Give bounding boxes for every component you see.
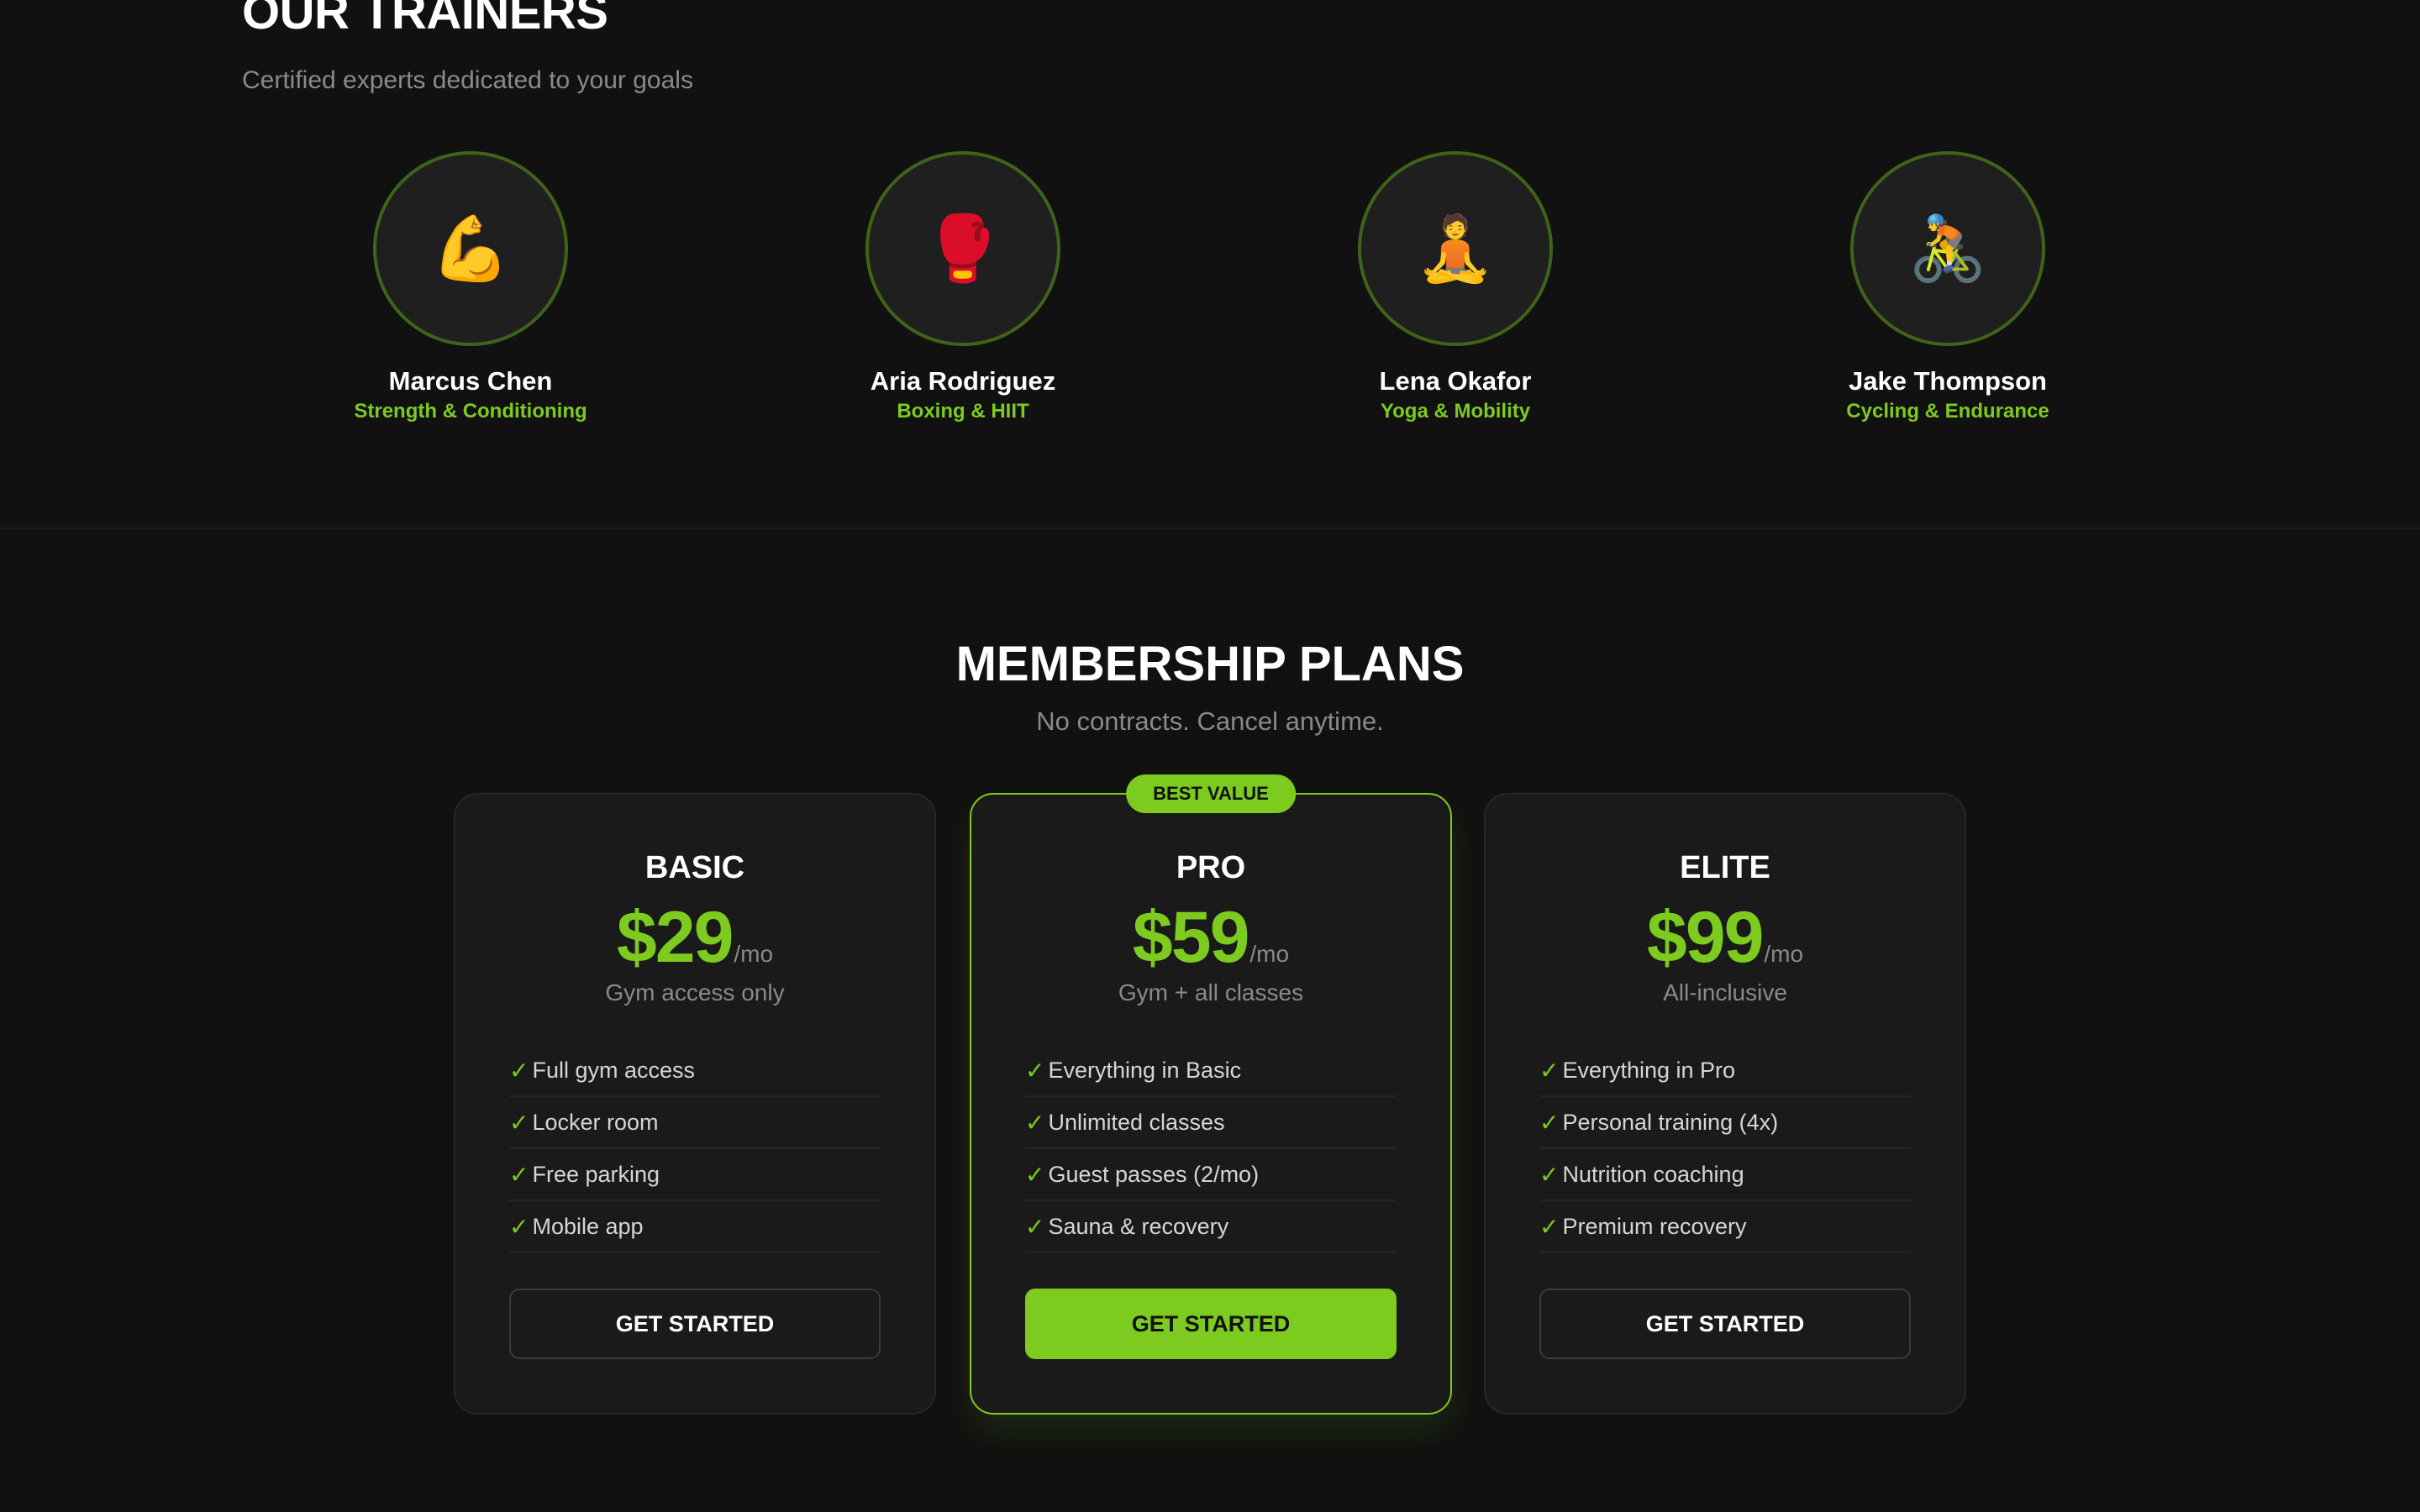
plan-description: All-inclusive <box>1663 979 1787 1005</box>
get-started-pro-button[interactable]: GET STARTED <box>1025 1289 1397 1359</box>
trainer-name: Aria Rodriguez <box>870 366 1056 396</box>
price-amount: $59 <box>1132 897 1249 978</box>
plan-name: BASIC <box>644 850 745 885</box>
plan-card-elite: ELITE $99/mo All-inclusive ✓ Everything i… <box>1484 793 1966 1415</box>
check-icon: ✓ <box>1539 1213 1560 1240</box>
boxing-glove-icon: 🥊 <box>923 213 1003 285</box>
feature-item: ✓ Everything in Basic <box>1025 1045 1397 1097</box>
trainers-subtitle: Certified experts dedicated to your goal… <box>242 66 693 94</box>
feature-item: ✓ Free parking <box>509 1149 881 1201</box>
feature-item: ✓ Guest passes (2/mo) <box>1025 1149 1397 1201</box>
feature-label: Locker room <box>532 1109 659 1135</box>
check-icon: ✓ <box>1025 1057 1045 1084</box>
meditation-icon: 🧘 <box>1415 213 1496 285</box>
trainer-name: Marcus Chen <box>388 366 553 396</box>
feature-item: ✓ Mobile app <box>509 1201 881 1253</box>
best-value-badge: BEST VALUE <box>1126 774 1296 813</box>
feature-item: ✓ Personal training (4x) <box>1539 1097 1911 1149</box>
feature-list: ✓ Full gym access ✓ Locker room ✓ Free park… <box>509 1045 881 1253</box>
trainer-card: 🧘 Lena Okafor Yoga & Mobility <box>1287 151 1623 425</box>
plan-price: $59/mo <box>971 895 1450 979</box>
plan-name: ELITE <box>1680 850 1770 885</box>
feature-item: ✓ Nutrition coaching <box>1539 1149 1911 1201</box>
feature-item: ✓ Full gym access <box>509 1045 881 1097</box>
feature-item: ✓ Locker room <box>509 1097 881 1149</box>
feature-label: Everything in Pro <box>1562 1057 1736 1083</box>
flexed-biceps-icon: 💪 <box>430 213 511 285</box>
feature-list: ✓ Everything in Pro ✓ Personal training (4… <box>1539 1045 1911 1253</box>
check-icon: ✓ <box>1025 1213 1045 1240</box>
plan-description: Gym + all classes <box>1118 979 1304 1005</box>
check-icon: ✓ <box>509 1161 529 1188</box>
trainer-avatar: 💪 <box>373 151 568 346</box>
trainer-name: Jake Thompson <box>1849 366 2047 396</box>
plans-subtitle: No contracts. Cancel anytime. <box>1036 706 1384 736</box>
feature-label: Nutrition coaching <box>1562 1161 1744 1187</box>
plan-description: Gym access only <box>605 979 785 1005</box>
plan-price: $99/mo <box>1486 895 1965 979</box>
cyclist-icon: 🚴 <box>1907 213 1988 285</box>
trainer-card: 🚴 Jake Thompson Cycling & Endurance <box>1780 151 2116 425</box>
section-divider <box>0 528 2420 529</box>
feature-label: Personal training (4x) <box>1562 1109 1779 1135</box>
feature-item: ✓ Premium recovery <box>1539 1201 1911 1253</box>
plans-heading: MEMBERSHIP PLANS <box>955 637 1465 691</box>
feature-item: ✓ Unlimited classes <box>1025 1097 1397 1149</box>
price-period: /mo <box>734 941 774 967</box>
check-icon: ✓ <box>509 1057 529 1084</box>
feature-item: ✓ Everything in Pro <box>1539 1045 1911 1097</box>
check-icon: ✓ <box>509 1109 529 1136</box>
trainer-avatar: 🥊 <box>865 151 1060 346</box>
plan-card-basic: BASIC $29/mo Gym access only ✓ Full gym a… <box>454 793 936 1415</box>
trainers-heading: OUR TRAINERS <box>242 0 608 39</box>
feature-label: Unlimited classes <box>1048 1109 1225 1135</box>
trainer-specialty: Strength & Conditioning <box>354 400 587 423</box>
price-period: /mo <box>1249 941 1290 967</box>
plan-name: PRO <box>1176 850 1246 885</box>
feature-label: Everything in Basic <box>1048 1057 1242 1083</box>
page: OUR TRAINERS Certified experts dedicated… <box>0 0 2420 1512</box>
check-icon: ✓ <box>509 1213 529 1240</box>
feature-item: ✓ Sauna & recovery <box>1025 1201 1397 1253</box>
feature-label: Guest passes (2/mo) <box>1048 1161 1260 1187</box>
check-icon: ✓ <box>1539 1109 1560 1136</box>
trainer-specialty: Cycling & Endurance <box>1846 400 2049 423</box>
trainer-card: 🥊 Aria Rodriguez Boxing & HIIT <box>795 151 1131 425</box>
trainer-avatar: 🚴 <box>1850 151 2045 346</box>
feature-label: Full gym access <box>532 1057 696 1083</box>
trainer-card: 💪 Marcus Chen Strength & Conditioning <box>302 151 639 425</box>
get-started-basic-button[interactable]: GET STARTED <box>509 1289 881 1359</box>
trainer-specialty: Yoga & Mobility <box>1380 400 1531 423</box>
trainer-specialty: Boxing & HIIT <box>897 400 1029 423</box>
price-amount: $99 <box>1646 897 1764 978</box>
feature-label: Mobile app <box>532 1213 644 1239</box>
feature-list: ✓ Everything in Basic ✓ Unlimited classes … <box>1025 1045 1397 1253</box>
feature-label: Sauna & recovery <box>1048 1213 1229 1239</box>
plan-card-pro: BEST VALUE PRO $59/mo Gym + all classes … <box>970 774 1452 1415</box>
price-amount: $29 <box>616 897 734 978</box>
trainer-avatar: 🧘 <box>1358 151 1553 346</box>
check-icon: ✓ <box>1539 1161 1560 1188</box>
check-icon: ✓ <box>1025 1161 1045 1188</box>
trainer-name: Lena Okafor <box>1379 366 1532 396</box>
check-icon: ✓ <box>1025 1109 1045 1136</box>
plan-price: $29/mo <box>455 895 934 979</box>
feature-label: Free parking <box>532 1161 660 1187</box>
feature-label: Premium recovery <box>1562 1213 1747 1239</box>
price-period: /mo <box>1764 941 1804 967</box>
check-icon: ✓ <box>1539 1057 1560 1084</box>
get-started-elite-button[interactable]: GET STARTED <box>1539 1289 1911 1359</box>
